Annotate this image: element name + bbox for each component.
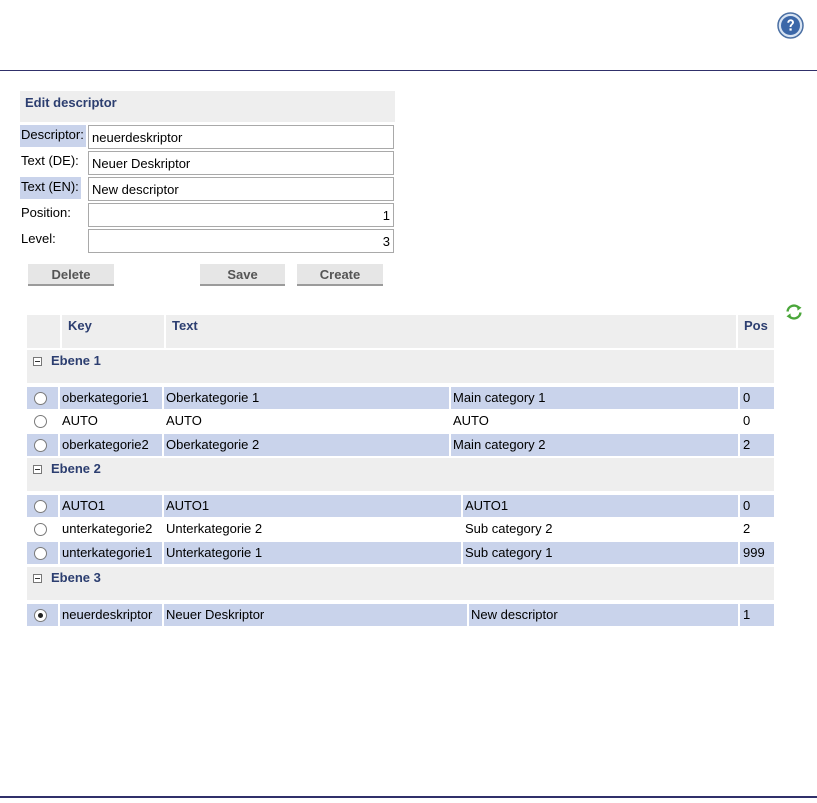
text-de-cell: AUTO1 bbox=[164, 495, 463, 517]
table-row[interactable]: AUTO AUTO AUTO 0 bbox=[27, 410, 774, 432]
table-row[interactable]: AUTO1 AUTO1 AUTO1 0 bbox=[27, 495, 774, 517]
position-input[interactable] bbox=[88, 203, 394, 227]
delete-button[interactable]: Delete bbox=[28, 263, 114, 286]
select-cell bbox=[27, 495, 60, 517]
text-de-cell: AUTO bbox=[164, 410, 451, 432]
header-select bbox=[27, 315, 62, 348]
key-cell: AUTO bbox=[60, 410, 164, 432]
key-cell: unterkategorie2 bbox=[60, 518, 164, 540]
descriptor-label: Descriptor: bbox=[20, 125, 86, 147]
text-de-cell: Neuer Deskriptor bbox=[164, 604, 469, 626]
select-cell bbox=[27, 410, 60, 432]
pos-cell: 999 bbox=[740, 542, 774, 564]
row-radio[interactable] bbox=[34, 500, 47, 513]
header-text: Text bbox=[166, 315, 738, 348]
group-ebene-2: Ebene 2 bbox=[27, 458, 774, 491]
form-title: Edit descriptor bbox=[20, 91, 395, 122]
text-en-label: Text (EN): bbox=[20, 177, 81, 199]
footer-divider bbox=[0, 796, 817, 798]
row-radio[interactable] bbox=[34, 547, 47, 560]
pos-cell: 1 bbox=[740, 604, 774, 626]
text-en-input[interactable] bbox=[88, 177, 394, 201]
key-cell: AUTO1 bbox=[60, 495, 164, 517]
pos-cell: 0 bbox=[743, 413, 751, 428]
text-en-cell: AUTO bbox=[451, 410, 740, 432]
text-de-label: Text (DE): bbox=[21, 153, 79, 168]
select-cell bbox=[27, 604, 60, 626]
key-cell: oberkategorie1 bbox=[60, 387, 164, 409]
group-title: Ebene 1 bbox=[51, 353, 101, 368]
row-radio[interactable] bbox=[34, 523, 47, 536]
group-title: Ebene 3 bbox=[51, 570, 101, 585]
table-row[interactable]: oberkategorie1 Oberkategorie 1 Main cate… bbox=[27, 387, 774, 409]
group-ebene-1: Ebene 1 bbox=[27, 350, 774, 383]
select-cell bbox=[27, 518, 60, 540]
text-en-cell: Main category 2 bbox=[451, 434, 740, 456]
text-en-cell: AUTO1 bbox=[463, 495, 740, 517]
text-de-cell: Oberkategorie 1 bbox=[164, 387, 451, 409]
level-label: Level: bbox=[21, 231, 56, 246]
text-en-cell: Sub category 1 bbox=[463, 542, 740, 564]
help-icon[interactable] bbox=[777, 12, 804, 39]
group-title: Ebene 2 bbox=[51, 461, 101, 476]
key-cell: unterkategorie1 bbox=[60, 542, 164, 564]
text-en-cell: Sub category 2 bbox=[463, 518, 740, 540]
select-cell bbox=[27, 542, 60, 564]
header-pos: Pos bbox=[744, 318, 768, 333]
pos-cell: 2 bbox=[740, 434, 774, 456]
row-radio-selected[interactable] bbox=[34, 609, 47, 622]
collapse-icon[interactable] bbox=[33, 357, 42, 366]
collapse-icon[interactable] bbox=[33, 574, 42, 583]
pos-cell: 0 bbox=[740, 387, 774, 409]
position-label: Position: bbox=[21, 205, 71, 220]
collapse-icon[interactable] bbox=[33, 465, 42, 474]
text-de-cell: Unterkategorie 2 bbox=[164, 518, 463, 540]
row-radio[interactable] bbox=[34, 439, 47, 452]
level-input[interactable] bbox=[88, 229, 394, 253]
text-de-cell: Oberkategorie 2 bbox=[164, 434, 451, 456]
table-header: Key Text Pos bbox=[27, 315, 774, 348]
key-cell: oberkategorie2 bbox=[60, 434, 164, 456]
refresh-icon[interactable] bbox=[784, 302, 804, 322]
select-cell bbox=[27, 387, 60, 409]
group-ebene-3: Ebene 3 bbox=[27, 567, 774, 600]
text-en-cell: New descriptor bbox=[469, 604, 740, 626]
table-row[interactable]: oberkategorie2 Oberkategorie 2 Main cate… bbox=[27, 434, 774, 456]
text-de-cell: Unterkategorie 1 bbox=[164, 542, 463, 564]
table-row[interactable]: unterkategorie2 Unterkategorie 2 Sub cat… bbox=[27, 518, 774, 540]
row-radio[interactable] bbox=[34, 392, 47, 405]
descriptor-input[interactable] bbox=[88, 125, 394, 149]
pos-cell: 0 bbox=[740, 495, 774, 517]
header-divider bbox=[0, 70, 817, 71]
header-key: Key bbox=[62, 315, 166, 348]
text-de-input[interactable] bbox=[88, 151, 394, 175]
save-button[interactable]: Save bbox=[200, 263, 285, 286]
select-cell bbox=[27, 434, 60, 456]
table-row[interactable]: neuerdeskriptor Neuer Deskriptor New des… bbox=[27, 604, 774, 626]
row-radio[interactable] bbox=[34, 415, 47, 428]
create-button[interactable]: Create bbox=[297, 263, 383, 286]
pos-cell: 2 bbox=[743, 521, 751, 536]
text-en-cell: Main category 1 bbox=[451, 387, 740, 409]
key-cell: neuerdeskriptor bbox=[60, 604, 164, 626]
table-row[interactable]: unterkategorie1 Unterkategorie 1 Sub cat… bbox=[27, 542, 774, 564]
